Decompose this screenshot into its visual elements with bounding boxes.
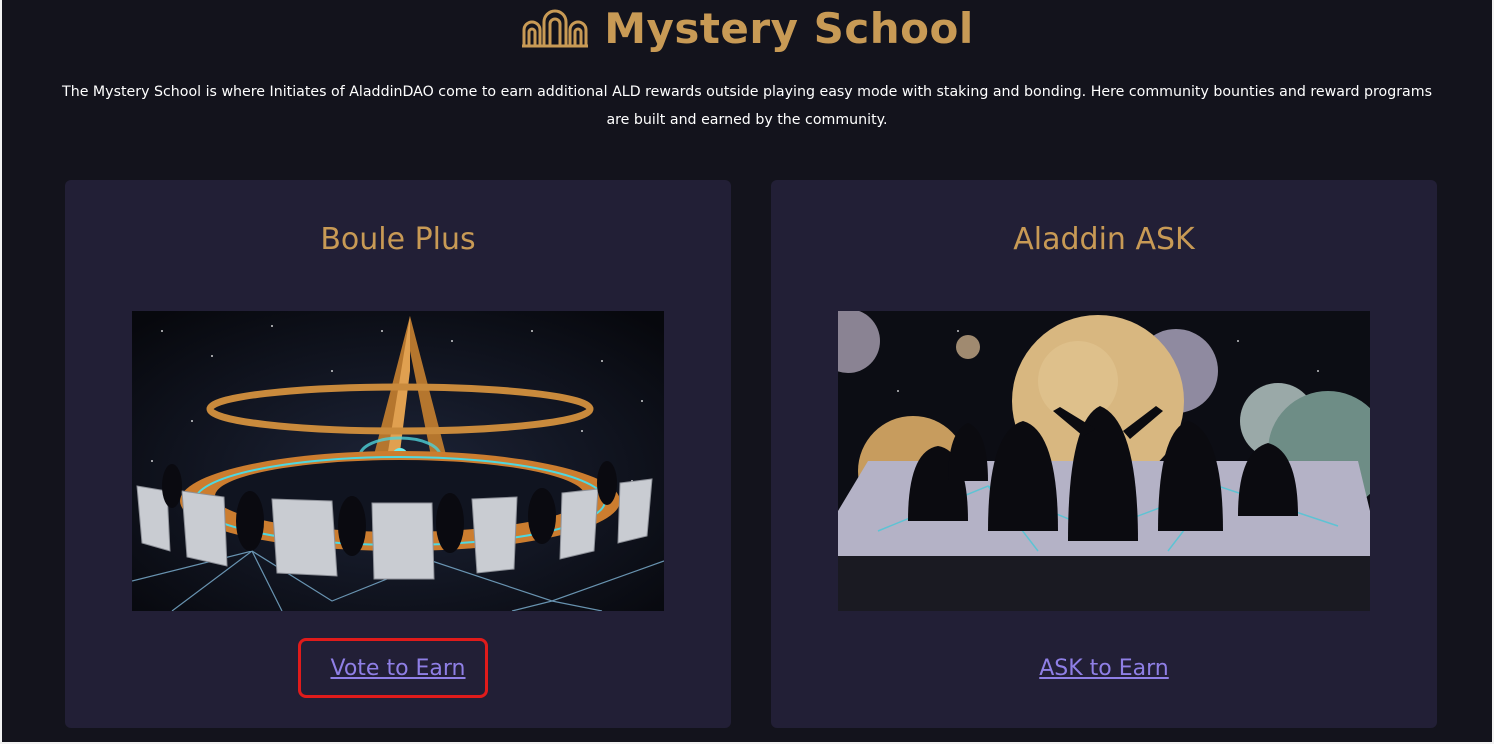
card-title: Aladdin ASK [1013, 222, 1195, 257]
mystery-school-page: Mystery School The Mystery School is whe… [0, 0, 1494, 744]
card-title: Boule Plus [320, 222, 476, 257]
boule-council-image [132, 311, 664, 611]
aladdin-ask-image [838, 311, 1370, 611]
page-title: Mystery School [604, 3, 974, 53]
page-header: Mystery School [2, 2, 1492, 54]
intro-paragraph: The Mystery School is where Initiates of… [62, 84, 1432, 128]
ask-to-earn-link[interactable]: ASK to Earn [771, 656, 1437, 681]
temple-arches-icon [522, 9, 589, 48]
card-aladdin-ask: Aladdin ASK ASK to Earn [771, 180, 1437, 728]
highlight-box [298, 638, 488, 698]
